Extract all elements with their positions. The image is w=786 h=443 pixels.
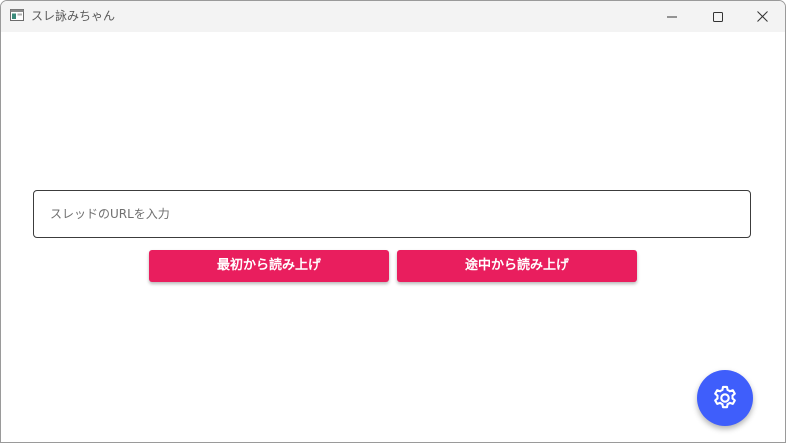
settings-button[interactable]	[697, 370, 753, 426]
close-icon	[756, 11, 768, 22]
minimize-icon	[667, 16, 677, 17]
app-window: スレ詠みちゃん 最初から読み上げ 途中から読み上げ	[0, 0, 786, 443]
maximize-icon	[713, 11, 723, 22]
minimize-button[interactable]	[649, 1, 695, 32]
close-button[interactable]	[739, 1, 785, 32]
read-from-middle-button[interactable]: 途中から読み上げ	[397, 250, 637, 282]
window-title: スレ詠みちゃん	[31, 9, 116, 23]
title-bar[interactable]: スレ詠みちゃん	[1, 1, 785, 32]
maximize-button[interactable]	[695, 1, 741, 32]
app-icon	[10, 9, 24, 21]
thread-url-input[interactable]	[33, 190, 751, 238]
gear-icon	[714, 385, 736, 409]
read-from-start-button[interactable]: 最初から読み上げ	[149, 250, 389, 282]
